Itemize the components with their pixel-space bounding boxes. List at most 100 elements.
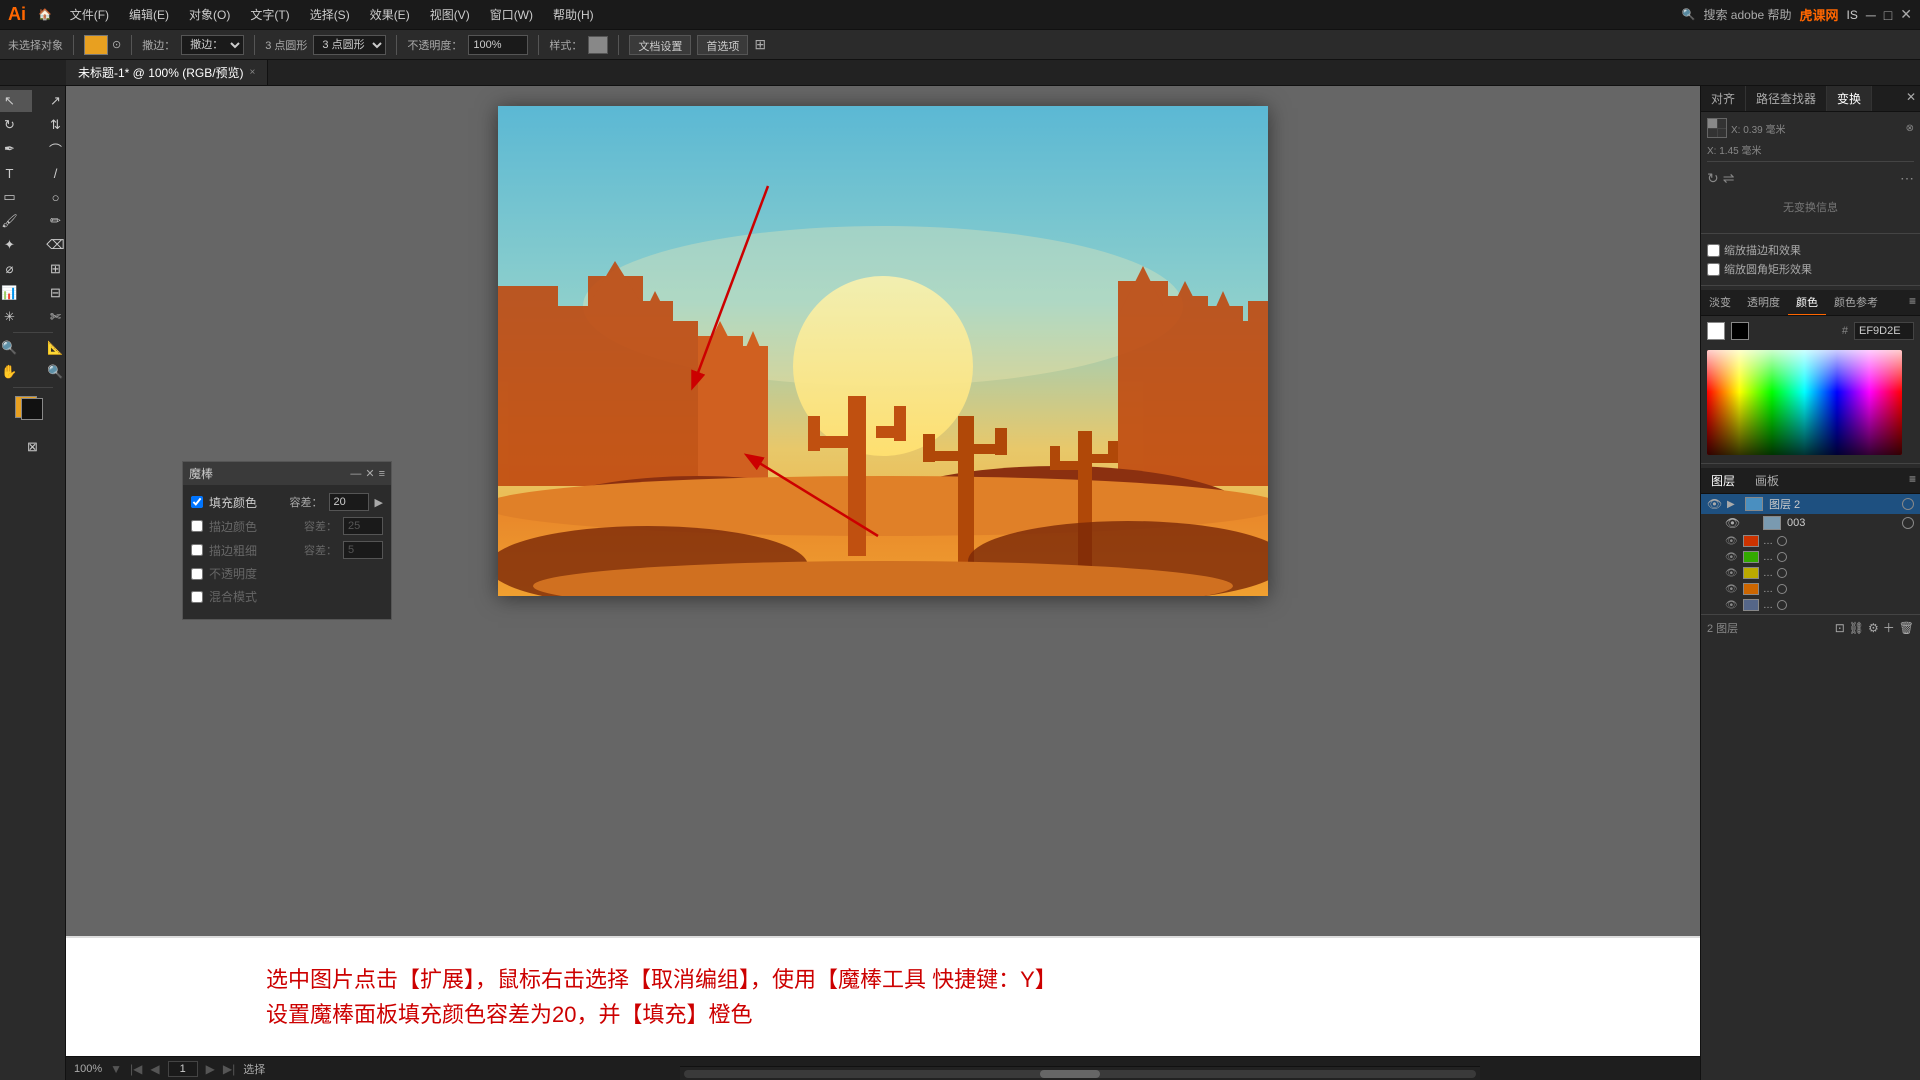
bar-graph-tool[interactable]: 📊 [0,282,32,304]
menu-object[interactable]: 对象(O) [181,4,238,25]
close-btn[interactable]: ✕ [1900,6,1912,23]
color-spectrum[interactable] [1707,350,1902,455]
opacity-section-tab[interactable]: 透明度 [1739,290,1788,315]
layer-yellow-circle[interactable] [1777,568,1787,578]
rotate-cw-icon[interactable]: ↻ [1707,170,1719,187]
background-color[interactable] [21,398,43,420]
layer-2-select-circle[interactable] [1902,498,1914,510]
line-tool[interactable]: / [34,162,67,184]
mesh-tool[interactable]: ⊟ [34,282,67,304]
stroke-icon[interactable]: ⊙ [112,38,121,51]
flip-h-icon[interactable]: ⇌ [1723,170,1735,187]
fwd-page-btn[interactable]: ▶ [206,1062,215,1076]
style-swatch[interactable] [588,36,608,54]
paintbrush-tool[interactable]: 🖌 [0,210,32,232]
layer-003-row[interactable]: 👁 003 [1701,514,1920,532]
pathfinder-tab[interactable]: 路径查找器 [1746,86,1827,111]
stroke-width-input[interactable] [343,541,383,559]
black-swatch[interactable] [1731,322,1749,340]
curvature-tool[interactable]: ⌒ [34,138,67,160]
menu-file[interactable]: 文件(F) [62,4,117,25]
layer-red-row[interactable]: 👁 … [1725,534,1896,548]
opacity-input[interactable] [468,35,528,55]
transform-tab[interactable]: 变换 [1827,86,1872,111]
preferences-btn[interactable]: 首选项 [697,35,748,55]
menu-help[interactable]: 帮助(H) [545,4,602,25]
brush-select[interactable]: 撒边： [181,35,244,55]
color-section-tab[interactable]: 颜色 [1788,290,1826,315]
eraser-tool[interactable]: ⌫ [34,234,67,256]
panel-min-btn[interactable]: — [350,467,361,480]
layer-2-expand[interactable]: ▶ [1727,499,1739,510]
layer-orange-row[interactable]: 👁 … [1725,582,1896,596]
menu-select[interactable]: 选择(S) [302,4,358,25]
warp-tool[interactable]: ⌀ [0,258,32,280]
panel-menu-btn[interactable]: ≡ [379,467,385,480]
fill-color-checkbox[interactable] [191,496,203,508]
ellipse-tool[interactable]: ○ [34,186,67,208]
last-page-btn[interactable]: ▶| [223,1062,235,1076]
zoom-display[interactable]: 100% [74,1063,102,1075]
horizontal-scrollbar[interactable] [680,1066,1480,1080]
opacity-checkbox[interactable] [191,568,203,580]
point-select[interactable]: 3 点圆形 [313,35,386,55]
width-tool[interactable]: ⊞ [34,258,67,280]
document-tab[interactable]: 未标题-1* @ 100% (RGB/预览) × [66,60,268,85]
align-tab[interactable]: 对齐 [1701,86,1746,111]
measure-tool[interactable]: 📐 [34,337,67,359]
layers-panel-menu[interactable]: ≡ [1905,468,1920,493]
add-layer-btn[interactable]: ＋ [1883,619,1895,636]
menu-edit[interactable]: 编辑(E) [121,4,177,25]
layer-extra-circle[interactable] [1777,600,1787,610]
text-tool[interactable]: T [0,162,32,184]
toolbar-expand-icon[interactable]: ⊞ [754,36,766,53]
color-ref-tab[interactable]: 颜色参考 [1826,290,1886,315]
pencil-tool[interactable]: ✏ [34,210,67,232]
fill-expand-icon[interactable]: ▶ [375,496,383,509]
prev-page-btn[interactable]: |◀ [130,1062,142,1076]
back-page-btn[interactable]: ◀ [150,1062,159,1076]
reflect-tool[interactable]: ⇅ [34,114,67,136]
page-number-input[interactable] [168,1061,198,1077]
layer-red-eye[interactable]: 👁 [1725,536,1739,547]
color-panel-menu[interactable]: ≡ [1905,290,1920,315]
canvas-view-btn[interactable]: ⊡ [1835,619,1845,636]
pen-tool[interactable]: ✒ [0,138,32,160]
layers-settings-btn[interactable]: ⚙ [1868,619,1879,636]
minimize-btn[interactable]: ─ [1866,7,1876,23]
hand-tool[interactable]: ✋ [0,361,32,383]
layer-green-row[interactable]: 👁 … [1725,550,1896,564]
stroke-tolerance-input[interactable] [343,517,383,535]
rotate-tool[interactable]: ↻ [0,114,32,136]
tint-tab[interactable]: 淡变 [1701,290,1739,315]
menu-text[interactable]: 文字(T) [242,4,297,25]
layer-yellow-eye[interactable]: 👁 [1725,568,1739,579]
restore-btn[interactable]: □ [1884,7,1892,23]
layer-green-circle[interactable] [1777,552,1787,562]
blend-mode-checkbox[interactable] [191,591,203,603]
layer-green-eye[interactable]: 👁 [1725,552,1739,563]
hex-color-input[interactable] [1854,322,1914,340]
doc-settings-btn[interactable]: 文档设置 [629,35,691,55]
menu-effect[interactable]: 效果(E) [362,4,418,25]
blob-brush-tool[interactable]: ✦ [0,234,32,256]
panel-close-btn[interactable]: ✕ [365,467,374,480]
select-tool[interactable]: ↖ [0,90,32,112]
layers-tab[interactable]: 图层 [1701,468,1745,493]
layer-extra-row[interactable]: 👁 … [1725,598,1896,612]
menu-window[interactable]: 窗口(W) [482,4,541,25]
layer-2-visibility[interactable]: 👁 [1707,497,1723,511]
menu-view[interactable]: 视图(V) [422,4,478,25]
layer-003-visibility[interactable]: 👁 [1725,516,1741,530]
scroll-thumb[interactable] [1040,1070,1100,1078]
mesh-grad-tool[interactable]: ⊠ [11,436,55,458]
layer-003-circle[interactable] [1902,517,1914,529]
delete-layer-btn[interactable]: 🗑 [1899,619,1914,636]
search-adobe-help[interactable]: 搜索 adobe 帮助 [1703,6,1791,23]
layer-extra-eye[interactable]: 👁 [1725,600,1739,611]
scale-corners-checkbox[interactable] [1707,263,1720,276]
white-swatch[interactable] [1707,322,1725,340]
artboards-tab[interactable]: 画板 [1745,468,1789,493]
scale-strokes-checkbox[interactable] [1707,244,1720,257]
rect-tool[interactable]: ▭ [0,186,32,208]
